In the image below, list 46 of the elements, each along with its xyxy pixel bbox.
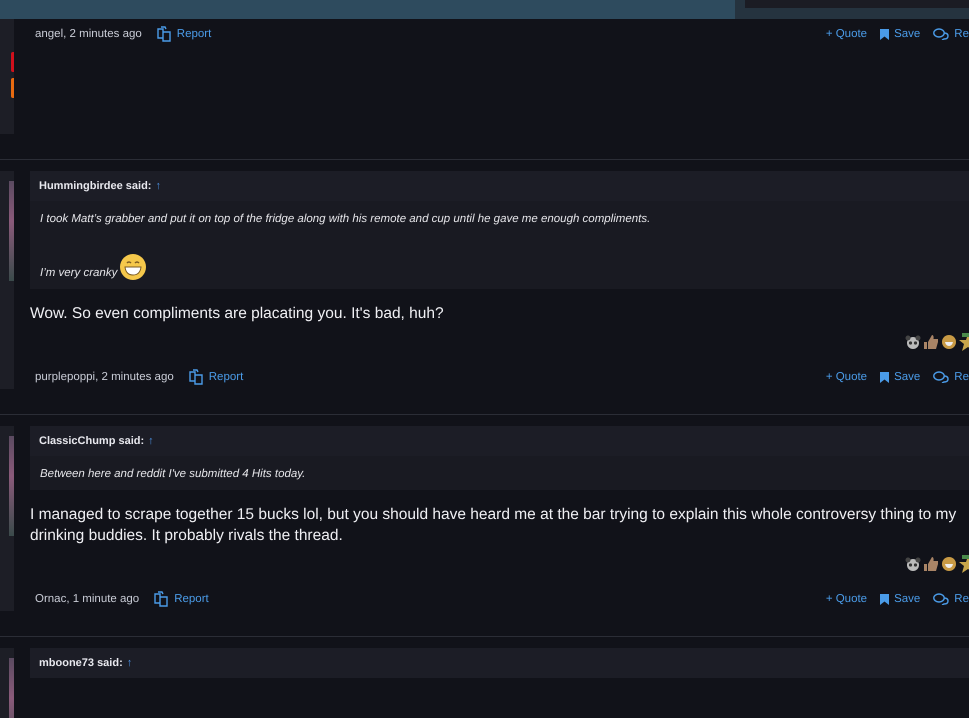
- quote-author: Hummingbirdee said:: [39, 180, 152, 192]
- report-link[interactable]: Report: [188, 369, 244, 385]
- quote-author: ClassicChump said:: [39, 435, 144, 447]
- report-link[interactable]: Report: [156, 26, 212, 42]
- report-icon: [153, 591, 170, 607]
- grinning-face-icon[interactable]: [941, 334, 957, 350]
- quote-text: I took Matt’s grabber and put it on top of the fridge along with his remote and cup until he gave me enough compliments.: [40, 212, 650, 227]
- speech-bubbles-icon: [933, 593, 950, 605]
- post-author-time: angel, 2 minutes ago: [35, 28, 142, 40]
- post-author-time: purplepoppi, 2 minutes ago: [35, 371, 174, 383]
- post-text: Wow. So even compliments are placating you. It's bad, huh?: [30, 304, 445, 324]
- speech-bubbles-icon: [933, 371, 950, 383]
- quote-link-arrow[interactable]: ↑: [155, 180, 161, 192]
- quote-link[interactable]: + Quote: [826, 371, 868, 383]
- post-text: I managed to scrape together 15 bucks lol, but you should have heard me at the bar trying to explain this whole controversy thing to my drinking buddies. It probably rivals the thread.: [30, 505, 958, 546]
- quote-link-arrow[interactable]: ↑: [148, 435, 154, 447]
- post-author-time: Ornac, 1 minute ago: [35, 593, 140, 605]
- quote-link[interactable]: + Quote: [826, 593, 868, 605]
- quote-text: I’m very cranky: [40, 266, 118, 281]
- save-link[interactable]: Save: [880, 593, 920, 605]
- report-link[interactable]: Report: [153, 591, 209, 607]
- reply-link[interactable]: Re: [933, 28, 969, 40]
- panda-face-icon[interactable]: [905, 557, 921, 571]
- reply-link[interactable]: Re: [933, 593, 969, 605]
- thumbs-up-icon[interactable]: [923, 334, 939, 350]
- quote-link[interactable]: + Quote: [826, 28, 868, 40]
- star-icon[interactable]: [959, 333, 969, 351]
- quote-author: mboone73 said:: [39, 657, 123, 669]
- bookmark-icon: [880, 28, 890, 40]
- speech-bubbles-icon: [933, 28, 950, 40]
- report-icon: [188, 369, 204, 385]
- bookmark-icon: [880, 372, 890, 382]
- grinning-face-icon[interactable]: [941, 556, 957, 572]
- badge-marker: [11, 52, 14, 72]
- badge-marker: [11, 78, 14, 98]
- save-link[interactable]: Save: [880, 371, 920, 383]
- bookmark-icon: [880, 594, 890, 604]
- thumbs-up-icon[interactable]: [923, 556, 939, 572]
- panda-face-icon[interactable]: [905, 335, 921, 349]
- quote-link-arrow[interactable]: ↑: [126, 657, 132, 669]
- star-icon[interactable]: [959, 555, 969, 573]
- report-icon: [156, 26, 172, 42]
- quote-text: Between here and reddit I've submitted 4 Hits today.: [40, 467, 306, 482]
- search-field[interactable]: [745, 0, 969, 8]
- reply-link[interactable]: Re: [933, 371, 969, 383]
- save-link[interactable]: Save: [880, 28, 920, 40]
